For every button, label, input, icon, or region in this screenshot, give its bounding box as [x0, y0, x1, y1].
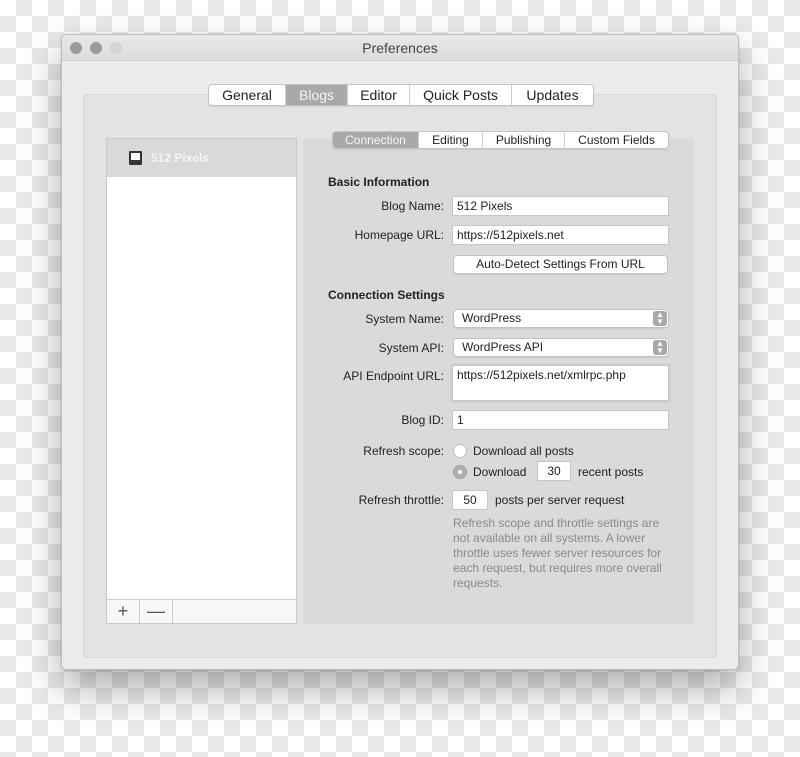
download-recent-label: Download [473, 465, 527, 479]
blog-id-field[interactable]: 1 [452, 410, 669, 430]
system-name-value: WordPress [462, 311, 522, 325]
tab-publishing[interactable]: Publishing [483, 132, 565, 148]
auto-detect-button[interactable]: Auto-Detect Settings From URL [453, 255, 668, 274]
preferences-window: Preferences General Blogs Editor Quick P… [61, 34, 739, 670]
refresh-scope-label: Refresh scope: [363, 444, 444, 458]
homepage-url-field[interactable]: https://512pixels.net [452, 225, 669, 245]
tab-general[interactable]: General [209, 85, 286, 105]
remove-blog-button[interactable]: — [140, 600, 173, 623]
blog-list-item[interactable]: 512 Pixels [107, 139, 296, 177]
download-all-label: Download all posts [473, 444, 574, 458]
throttle-help-text: Refresh scope and throttle settings are … [453, 516, 662, 590]
blog-name-field[interactable]: 512 Pixels [452, 196, 669, 216]
refresh-throttle-label: Refresh throttle: [358, 493, 444, 507]
system-api-label: System API: [378, 341, 444, 355]
blog-id-label: Blog ID: [401, 413, 444, 427]
blog-settings-panel: Connection Editing Publishing Custom Fie… [303, 131, 694, 624]
system-name-select[interactable]: WordPress ▲ ▼ [453, 309, 669, 328]
tab-quick-posts[interactable]: Quick Posts [410, 85, 512, 105]
system-api-select[interactable]: WordPress API ▲ ▼ [453, 338, 669, 357]
basic-information-heading: Basic Information [328, 175, 430, 189]
blog-list: 512 Pixels + — [106, 138, 297, 624]
recent-count-field[interactable]: 30 [537, 461, 571, 481]
updown-chevrons-icon: ▲ ▼ [653, 340, 667, 355]
blog-list-footer: + — [107, 599, 296, 623]
tab-connection[interactable]: Connection [333, 132, 419, 148]
throttle-suffix-label: posts per server request [495, 493, 625, 507]
tab-custom-fields[interactable]: Custom Fields [565, 132, 668, 148]
system-api-value: WordPress API [462, 340, 544, 354]
updown-chevrons-icon: ▲ ▼ [653, 311, 667, 326]
tab-editing[interactable]: Editing [419, 132, 483, 148]
title-bar[interactable]: Preferences [62, 35, 738, 61]
tab-blogs[interactable]: Blogs [286, 85, 348, 105]
window-title: Preferences [362, 40, 438, 56]
download-recent-radio[interactable] [453, 465, 467, 479]
blog-name-label: Blog Name: [381, 199, 444, 213]
tab-editor[interactable]: Editor [348, 85, 410, 105]
download-all-radio[interactable] [453, 444, 467, 458]
system-name-label: System Name: [365, 312, 444, 326]
blog-window-icon [129, 151, 142, 165]
recent-posts-label: recent posts [578, 465, 644, 479]
main-tab-bar: General Blogs Editor Quick Posts Updates [208, 84, 594, 106]
api-endpoint-label: API Endpoint URL: [343, 369, 444, 383]
blog-list-item-label: 512 Pixels [151, 151, 210, 165]
api-endpoint-field[interactable]: https://512pixels.net/xmlrpc.php [452, 365, 669, 401]
settings-tab-bar: Connection Editing Publishing Custom Fie… [332, 131, 669, 149]
connection-settings-heading: Connection Settings [328, 288, 445, 302]
tab-updates[interactable]: Updates [512, 85, 593, 105]
throttle-field[interactable]: 50 [452, 490, 488, 510]
homepage-url-label: Homepage URL: [354, 228, 444, 242]
add-blog-button[interactable]: + [107, 600, 140, 623]
